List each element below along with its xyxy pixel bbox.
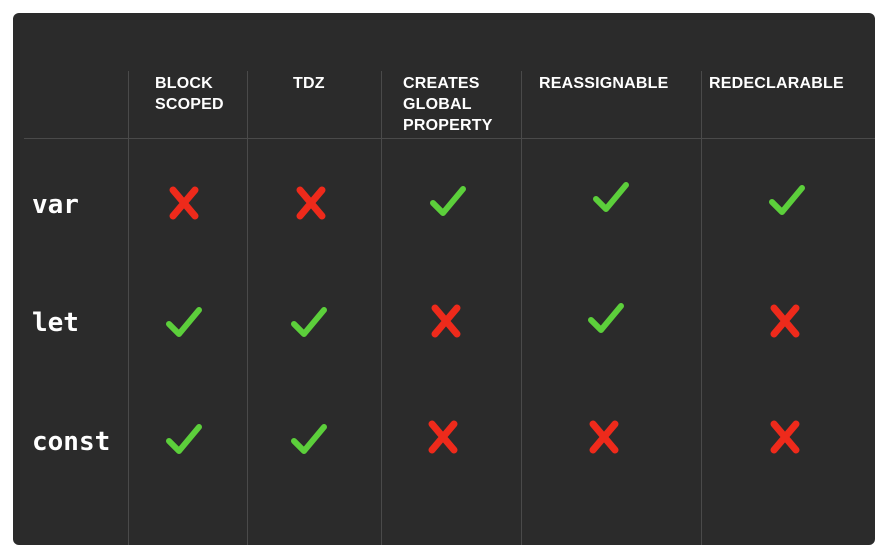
comparison-table: BLOCK SCOPED TDZ CREATES GLOBAL PROPERTY… [13,13,875,545]
column-divider [701,71,702,545]
cross-icon [423,417,463,457]
header-tdz: TDZ [293,75,325,92]
column-divider [247,71,248,545]
cross-icon [765,301,805,341]
cross-icon [426,301,466,341]
header-redeclarable: REDECLARABLE [709,75,844,92]
column-divider [128,71,129,545]
header-block-scoped: BLOCK SCOPED [155,75,224,113]
cross-icon [765,417,805,457]
column-divider [381,71,382,545]
header-reassignable: REASSIGNABLE [539,75,669,92]
check-icon [591,178,631,218]
check-icon [289,420,329,460]
check-icon [164,420,204,460]
check-icon [164,303,204,343]
check-icon [428,182,468,222]
cross-icon [164,183,204,223]
row-label-const: const [32,427,111,457]
header-creates-global-property: CREATES GLOBAL PROPERTY [403,75,493,134]
row-label-let: let [32,308,79,338]
check-icon [289,303,329,343]
check-icon [586,299,626,339]
header-divider [24,138,875,139]
cross-icon [584,417,624,457]
column-divider [521,71,522,545]
cross-icon [291,183,331,223]
check-icon [767,181,807,221]
row-label-var: var [32,190,79,220]
